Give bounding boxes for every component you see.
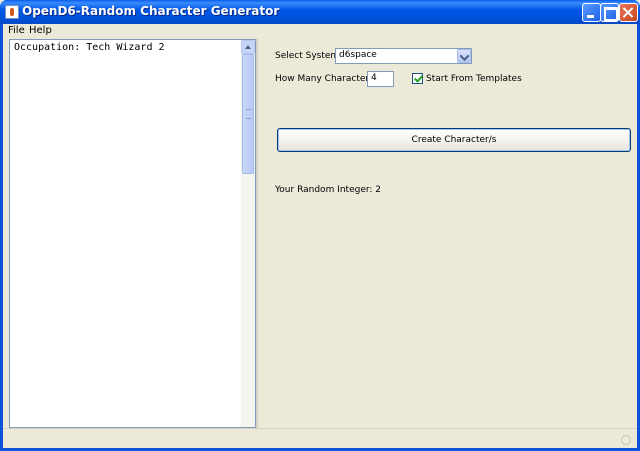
count-input[interactable]: 4 [367, 71, 394, 87]
system-select[interactable]: d6space [335, 48, 472, 64]
title-bar[interactable]: OpenD6-Random Character Generator [0, 0, 640, 24]
app-window: OpenD6-Random Character Generator File H… [0, 0, 640, 451]
chevron-down-icon[interactable] [457, 49, 471, 63]
resize-grip-icon[interactable] [621, 435, 631, 445]
menu-bar: File Help [3, 24, 637, 38]
close-icon[interactable] [619, 3, 638, 22]
status-bar [3, 428, 637, 448]
menu-help[interactable]: Help [29, 25, 52, 36]
system-label: Select System: [275, 51, 343, 61]
scroll-thumb[interactable] [242, 54, 254, 174]
window-client: File Help Occupation: Tech Wizard 2 Sele… [3, 24, 637, 448]
random-integer-text: Your Random Integer: 2 [275, 185, 382, 195]
output-text: Occupation: Tech Wizard 2 [14, 42, 165, 53]
scroll-up-icon[interactable] [241, 40, 255, 54]
create-characters-button[interactable]: Create Character/s [277, 128, 631, 152]
menu-file[interactable]: File [8, 25, 25, 36]
templates-label[interactable]: Start From Templates [426, 74, 522, 84]
templates-checkbox[interactable] [412, 73, 423, 84]
vertical-scrollbar[interactable] [241, 40, 255, 427]
maximize-icon[interactable] [600, 3, 619, 22]
count-input-value: 4 [371, 73, 377, 83]
system-select-value: d6space [339, 50, 377, 60]
create-button-label: Create Character/s [411, 135, 497, 145]
split-divider[interactable] [256, 39, 258, 428]
output-textarea[interactable]: Occupation: Tech Wizard 2 [9, 39, 256, 428]
minimize-icon[interactable] [582, 3, 601, 22]
count-label: How Many Characters?: [275, 74, 382, 84]
window-title: OpenD6-Random Character Generator [22, 4, 280, 18]
java-app-icon[interactable] [5, 5, 19, 19]
